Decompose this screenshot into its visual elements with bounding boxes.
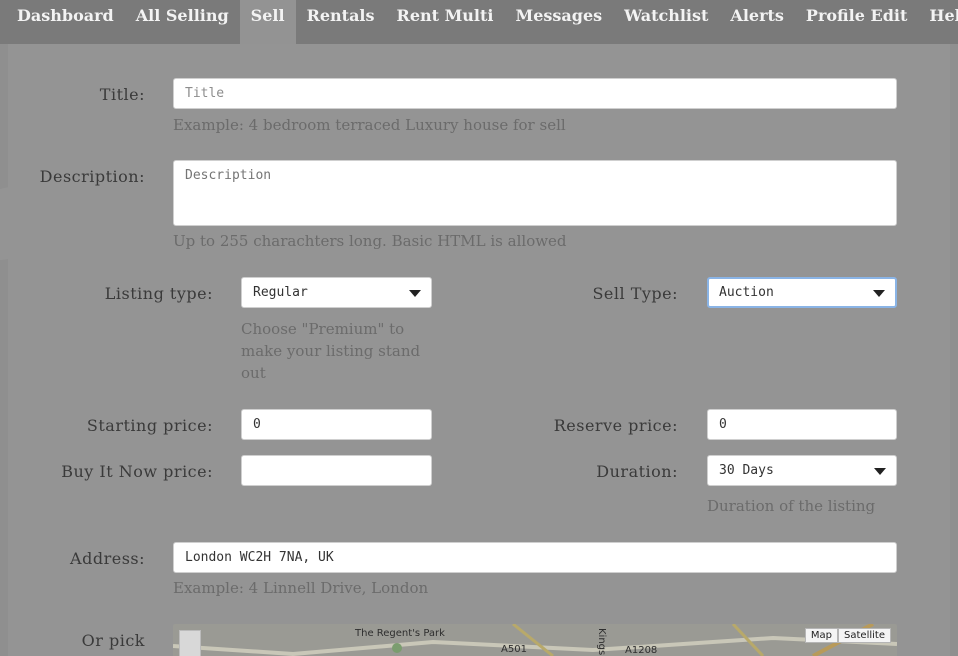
description-textarea[interactable] bbox=[173, 160, 897, 226]
nav-profile-edit[interactable]: Profile Edit bbox=[795, 0, 918, 44]
chevron-down-icon bbox=[874, 468, 886, 475]
starting-price-input[interactable]: 0 bbox=[241, 409, 432, 440]
title-input[interactable]: Title bbox=[173, 78, 897, 109]
reserve-price-label: Reserve price: bbox=[553, 416, 678, 435]
nav-watchlist[interactable]: Watchlist bbox=[613, 0, 719, 44]
satellite-button[interactable]: Satellite bbox=[838, 628, 891, 643]
listing-type-value: Regular bbox=[253, 285, 308, 300]
listing-type-hint: Choose "Premium" to make your listing st… bbox=[241, 320, 421, 382]
duration-select[interactable]: 30 Days bbox=[707, 455, 897, 486]
reserve-price-input[interactable]: 0 bbox=[707, 409, 897, 440]
description-hint: Up to 255 charachters long. Basic HTML i… bbox=[173, 232, 567, 250]
nav-messages[interactable]: Messages bbox=[504, 0, 613, 44]
buy-it-now-label: Buy It Now price: bbox=[61, 462, 213, 481]
duration-value: 30 Days bbox=[719, 463, 774, 478]
starting-price-label: Starting price: bbox=[86, 416, 213, 435]
listing-type-label: Listing type: bbox=[104, 284, 213, 303]
nav-rent-multi[interactable]: Rent Multi bbox=[386, 0, 505, 44]
chevron-down-icon bbox=[873, 290, 885, 297]
duration-hint: Duration of the listing bbox=[707, 497, 876, 515]
map-label-a1208: A1208 bbox=[625, 645, 658, 656]
map-button[interactable]: Map bbox=[804, 628, 839, 643]
buy-it-now-input[interactable] bbox=[241, 455, 432, 486]
nav-alerts[interactable]: Alerts bbox=[719, 0, 795, 44]
location-map[interactable]: The Regent's Park A501 A1208 Kingsl Map … bbox=[173, 624, 897, 656]
chevron-down-icon bbox=[409, 290, 421, 297]
title-label: Title: bbox=[99, 85, 145, 104]
address-input[interactable]: London WC2H 7NA, UK bbox=[173, 542, 897, 573]
sell-type-label: Sell Type: bbox=[592, 284, 678, 303]
nav-dashboard[interactable]: Dashboard bbox=[0, 0, 125, 44]
map-type-controls: Map Satellite bbox=[804, 628, 891, 643]
street-view-pegman-icon[interactable] bbox=[179, 630, 201, 656]
description-label: Description: bbox=[39, 167, 145, 186]
map-label-a501: A501 bbox=[501, 644, 527, 655]
nav-help[interactable]: Help bbox=[918, 0, 958, 44]
title-hint: Example: 4 bedroom terraced Luxury house… bbox=[173, 116, 566, 134]
map-label-regents-park: The Regent's Park bbox=[355, 628, 445, 639]
listing-type-select[interactable]: Regular bbox=[241, 277, 432, 308]
map-label-kingsl: Kingsl bbox=[596, 628, 607, 656]
main-nav: Dashboard All Selling Sell Rentals Rent … bbox=[0, 0, 958, 44]
duration-label: Duration: bbox=[596, 462, 678, 481]
sell-type-value: Auction bbox=[719, 285, 774, 300]
sell-type-select[interactable]: Auction bbox=[707, 277, 897, 308]
nav-sell[interactable]: Sell bbox=[239, 0, 296, 44]
address-label: Address: bbox=[70, 549, 145, 568]
or-pick-label: Or pick bbox=[81, 631, 145, 650]
nav-all-selling[interactable]: All Selling bbox=[125, 0, 240, 44]
address-hint: Example: 4 Linnell Drive, London bbox=[173, 579, 429, 597]
map-roads bbox=[173, 624, 897, 656]
nav-rentals[interactable]: Rentals bbox=[296, 0, 386, 44]
